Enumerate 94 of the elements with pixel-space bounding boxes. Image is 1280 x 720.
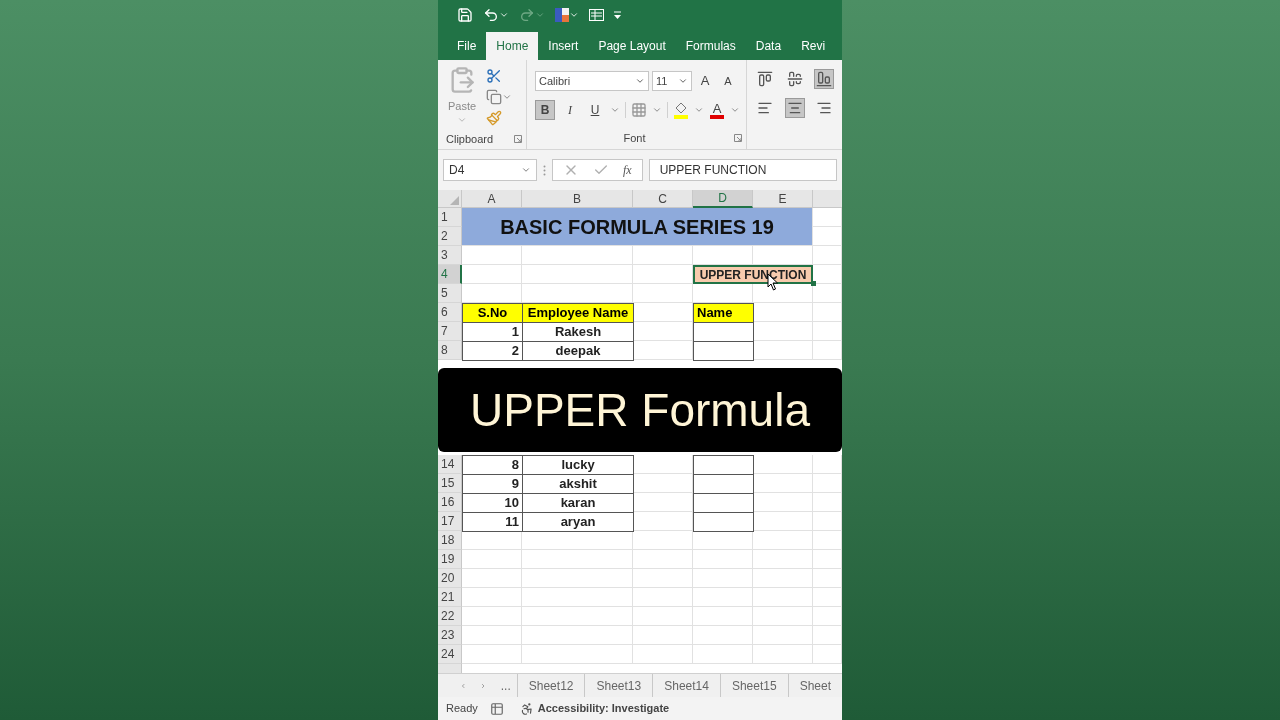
formula-field[interactable]: UPPER FUNCTION (648, 159, 837, 181)
row-header[interactable]: 24 (438, 645, 462, 664)
table-cell: 8 (462, 455, 523, 475)
redo-icon[interactable] (519, 7, 535, 23)
ribbon-tab[interactable]: Revi (791, 32, 836, 60)
row-header[interactable]: 3 (438, 246, 462, 265)
underline-button[interactable]: U (585, 100, 605, 120)
table-cell: 11 (462, 512, 523, 532)
caret-icon[interactable] (694, 105, 704, 115)
copy-icon[interactable] (486, 89, 502, 105)
sheet-stats-icon[interactable] (489, 701, 504, 716)
empty-cell (813, 208, 842, 227)
font-color-button[interactable]: A (709, 101, 725, 119)
caret-icon (678, 76, 688, 86)
launcher-icon[interactable] (514, 135, 522, 144)
label-cell[interactable]: UPPER FUNCTION (693, 265, 813, 284)
corner-triangle-icon (450, 196, 459, 205)
title-cell: BASIC FORMULA SERIES 19 (462, 208, 813, 246)
row-header[interactable]: 23 (438, 626, 462, 645)
ribbon-tab[interactable]: Formulas (675, 32, 746, 60)
accessibility-icon[interactable] (519, 701, 534, 716)
align-button[interactable] (755, 69, 775, 89)
row-header[interactable]: 20 (438, 569, 462, 588)
row-header[interactable]: 22 (438, 607, 462, 626)
caret-icon[interactable] (730, 105, 740, 115)
ribbon-tab[interactable]: Home (486, 32, 539, 60)
row-header[interactable]: 19 (438, 550, 462, 569)
caret-icon[interactable] (569, 10, 579, 20)
row-header[interactable]: 21 (438, 588, 462, 607)
fill-color-icon[interactable] (673, 101, 689, 119)
borders-icon[interactable] (631, 102, 647, 118)
table-cell: lucky (522, 455, 634, 475)
drag-handle-icon[interactable] (543, 164, 546, 176)
empty-cell (813, 227, 842, 246)
name-box[interactable]: D4 (443, 159, 537, 181)
caret-icon (635, 76, 645, 86)
header-cell: Name (693, 303, 754, 323)
caret-icon[interactable] (535, 10, 545, 20)
save-icon[interactable] (457, 7, 473, 23)
grow-font-button[interactable]: A (695, 71, 715, 91)
row-header[interactable]: 4 (438, 265, 462, 284)
ribbon-tab[interactable]: Page Layout (588, 32, 676, 60)
row-header[interactable]: 7 (438, 322, 462, 341)
undo-icon[interactable] (483, 7, 499, 23)
table-cell: deepak (522, 341, 634, 361)
row-header[interactable]: 18 (438, 531, 462, 550)
launcher-icon[interactable] (734, 134, 742, 143)
form-icon[interactable] (589, 9, 604, 21)
cut-icon[interactable] (486, 68, 502, 84)
ribbon-tab[interactable]: File (447, 32, 487, 60)
customize-icon[interactable] (614, 11, 621, 19)
group-label: Clipboard (446, 132, 494, 147)
italic-button[interactable]: I (560, 100, 580, 120)
caret-icon[interactable] (499, 10, 509, 20)
caret-icon[interactable] (610, 105, 620, 115)
table-cell: aryan (522, 512, 634, 532)
table-cell: 2 (462, 341, 523, 361)
ribbon-tab[interactable]: Insert (538, 32, 589, 60)
column-header[interactable]: C (633, 190, 693, 208)
column-header[interactable]: D (693, 190, 753, 208)
row-header[interactable]: 2 (438, 227, 462, 246)
caption-text: UPPER Formula (470, 382, 810, 438)
group-label: Font (622, 131, 647, 146)
font-size-field[interactable]: 11 (652, 71, 692, 91)
shrink-font-button[interactable]: A (718, 72, 738, 90)
caret-icon (521, 165, 531, 175)
more-sheets-button[interactable]: ... (500, 676, 511, 695)
select-all-corner[interactable] (438, 190, 462, 208)
row-header[interactable]: 15 (438, 474, 462, 493)
row-header[interactable]: 5 (438, 284, 462, 303)
format-painter-icon[interactable] (486, 110, 502, 126)
row-header[interactable]: 17 (438, 512, 462, 531)
header-cell: S.No (462, 303, 523, 323)
insert-function-button[interactable]: fx (623, 161, 632, 179)
font-name-field[interactable]: Calibri (535, 71, 649, 91)
align-button[interactable] (814, 69, 835, 89)
accessibility-status[interactable]: Accessibility: Investigate (537, 700, 670, 717)
align-button[interactable] (784, 98, 805, 118)
fill-handle[interactable] (811, 281, 816, 286)
color-squares-icon[interactable] (555, 8, 569, 22)
column-header[interactable]: E (753, 190, 813, 208)
row-header[interactable]: 14 (438, 455, 462, 474)
ribbon-tab[interactable]: Data (745, 32, 792, 60)
status-text: Ready (446, 701, 478, 717)
caret-icon[interactable] (652, 105, 662, 115)
header-cell: Employee Name (522, 303, 634, 323)
column-header[interactable]: A (462, 190, 522, 208)
column-header[interactable]: B (522, 190, 633, 208)
caret-icon[interactable] (502, 92, 512, 102)
row-header[interactable]: 8 (438, 341, 462, 360)
row-header[interactable]: 16 (438, 493, 462, 512)
row-header[interactable]: 6 (438, 303, 462, 322)
bold-button[interactable]: B (535, 100, 555, 120)
row-header[interactable]: 1 (438, 208, 462, 227)
